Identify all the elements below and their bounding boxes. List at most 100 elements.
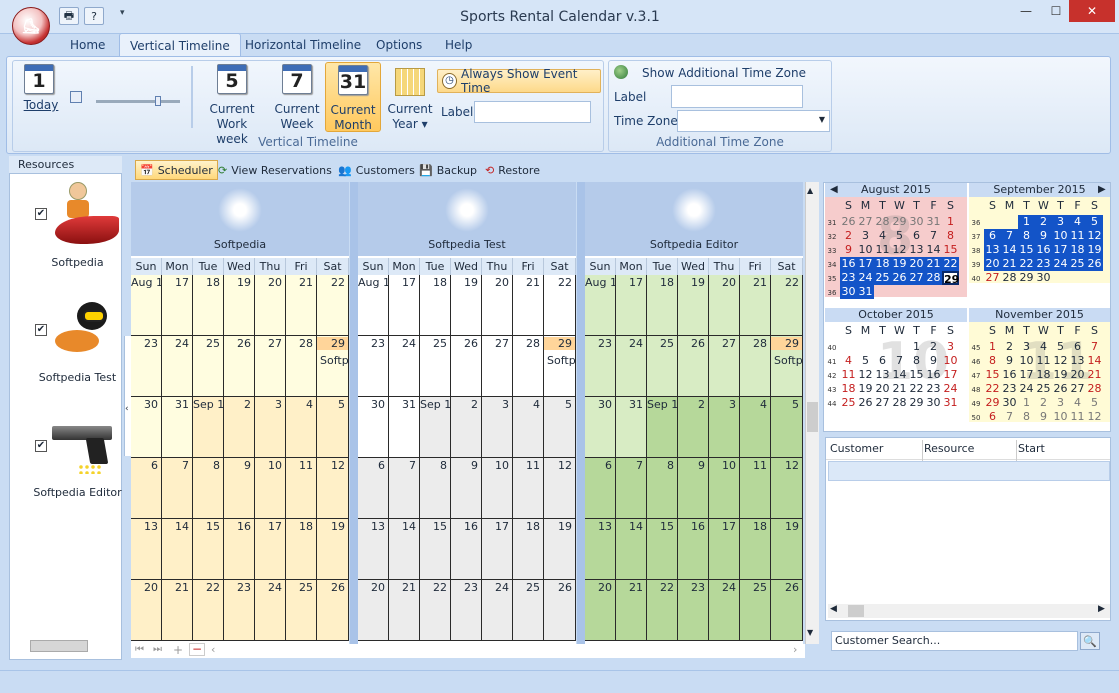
event-item[interactable]: Softpedia [317, 354, 348, 367]
chevron-left-icon[interactable]: ‹ [125, 404, 129, 414]
mini-day[interactable]: 18 [1069, 243, 1086, 257]
day-cell[interactable]: 10 [255, 458, 286, 519]
day-cell[interactable]: 23 [451, 580, 482, 641]
day-cell[interactable]: 22 [317, 275, 349, 336]
mini-day[interactable]: 15 [1018, 243, 1035, 257]
mini-day[interactable]: 24 [942, 382, 959, 396]
day-cell[interactable]: 14 [616, 519, 647, 580]
mini-day[interactable]: 8 [908, 354, 925, 368]
mini-day[interactable]: 1 [942, 215, 959, 229]
day-cell[interactable]: 18 [286, 519, 317, 580]
scroll-left-icon[interactable]: ‹ [211, 643, 215, 656]
mini-day[interactable]: 7 [925, 229, 942, 243]
mini-day[interactable]: 9 [925, 354, 942, 368]
mini-day[interactable]: 1 [1018, 396, 1035, 410]
mini-day[interactable]: 19 [857, 382, 874, 396]
day-cell[interactable]: Aug 16 [358, 275, 389, 336]
day-cell[interactable]: 25 [193, 336, 224, 397]
mini-day[interactable]: 9 [1035, 410, 1052, 424]
close-button[interactable]: ✕ [1069, 0, 1115, 22]
chevron-up-icon[interactable]: ▲ [807, 186, 813, 195]
mini-day[interactable]: 16 [925, 368, 942, 382]
day-cell[interactable]: 21 [740, 275, 771, 336]
mini-day[interactable]: 19 [1086, 243, 1103, 257]
mini-day[interactable]: 7 [1001, 410, 1018, 424]
day-cell[interactable]: Aug 16 [131, 275, 162, 336]
resource-checkbox-softpedia[interactable]: ✔ [35, 208, 47, 220]
mini-day[interactable]: 15 [908, 368, 925, 382]
mini-day[interactable]: 30 [1001, 396, 1018, 410]
day-cell[interactable]: 13 [585, 519, 616, 580]
day-cell[interactable]: 24 [616, 336, 647, 397]
print-icon[interactable]: 🖶 [59, 7, 79, 25]
resource-hscrollbar[interactable] [30, 640, 88, 652]
mini-day[interactable]: 23 [1035, 257, 1052, 271]
scroll-right-icon[interactable]: ▶ [1098, 604, 1105, 614]
mini-day[interactable]: 17 [1052, 243, 1069, 257]
mini-day[interactable]: 14 [925, 243, 942, 257]
day-cell[interactable]: 11 [286, 458, 317, 519]
day-cell[interactable]: 6 [585, 458, 616, 519]
day-cell[interactable]: 16 [678, 519, 709, 580]
mini-day[interactable]: 29 [942, 271, 959, 286]
zoom-slider[interactable] [96, 100, 180, 103]
remove-icon[interactable]: − [189, 643, 205, 656]
day-cell[interactable]: 7 [616, 458, 647, 519]
time-zone-select[interactable]: ▼ [677, 110, 830, 132]
mini-day[interactable]: 22 [984, 382, 1001, 396]
mini-day[interactable]: 21 [925, 257, 942, 271]
tab-home[interactable]: Home [60, 34, 115, 56]
minimize-button[interactable]: — [1010, 0, 1042, 22]
mini-day[interactable]: 25 [840, 396, 857, 410]
current-year-button[interactable]: Current Year ▾ [386, 64, 434, 132]
event-item[interactable]: Softpedia [544, 354, 575, 367]
mini-day[interactable]: 16 [840, 257, 857, 271]
first-icon[interactable]: ⏮ [135, 644, 144, 655]
mini-day[interactable]: 5 [891, 229, 908, 243]
mini-day[interactable]: 30 [1035, 271, 1052, 285]
mini-day[interactable]: 13 [874, 368, 891, 382]
day-cell[interactable]: 20 [709, 275, 740, 336]
mini-day[interactable]: 1 [908, 340, 925, 354]
day-cell[interactable]: 25 [286, 580, 317, 641]
day-cell[interactable]: 18 [513, 519, 544, 580]
day-cell[interactable]: 23 [358, 336, 389, 397]
day-cell[interactable]: 24 [162, 336, 193, 397]
mini-day[interactable]: 16 [1035, 243, 1052, 257]
globe-icon[interactable] [614, 65, 628, 79]
mini-day[interactable]: 3 [857, 229, 874, 243]
mini-day[interactable]: 14 [1001, 243, 1018, 257]
binoculars-icon[interactable]: 🔍 [1080, 632, 1100, 650]
show-additional-time-zone-toggle[interactable]: Show Additional Time Zone [642, 66, 806, 80]
day-cell[interactable]: 3 [482, 397, 513, 458]
day-cell[interactable]: 15 [647, 519, 678, 580]
mini-day[interactable]: 23 [840, 271, 857, 285]
mini-day[interactable]: 3 [1018, 340, 1035, 354]
day-cell[interactable]: 3 [709, 397, 740, 458]
mini-day[interactable]: 29 [891, 215, 908, 229]
mini-day[interactable]: 20 [874, 382, 891, 396]
mini-day[interactable]: 16 [1001, 368, 1018, 382]
day-cell[interactable]: 24 [482, 580, 513, 641]
mini-day[interactable]: 3 [942, 340, 959, 354]
mini-day[interactable]: 21 [1086, 368, 1103, 382]
mini-day[interactable]: 6 [874, 354, 891, 368]
day-cell[interactable]: 6 [358, 458, 389, 519]
help-icon[interactable]: ? [84, 7, 104, 25]
day-cell[interactable]: 5 [771, 397, 803, 458]
tab-options[interactable]: Options [366, 34, 432, 56]
event-item[interactable]: Softpedia [771, 354, 802, 367]
day-cell[interactable]: 6 [131, 458, 162, 519]
day-cell[interactable]: 20 [131, 580, 162, 641]
scroll-right-icon[interactable]: › [793, 643, 797, 656]
column-header-customer[interactable]: Customer [830, 442, 883, 455]
day-cell[interactable]: 27 [709, 336, 740, 397]
mini-day[interactable]: 4 [840, 354, 857, 368]
resource-checkbox-softpedia-editor[interactable]: ✔ [35, 440, 47, 452]
mini-day[interactable]: 2 [1035, 396, 1052, 410]
mini-day[interactable]: 2 [925, 340, 942, 354]
day-cell[interactable]: 23 [224, 580, 255, 641]
day-cell[interactable]: 17 [616, 275, 647, 336]
day-cell[interactable]: 19 [451, 275, 482, 336]
day-cell[interactable]: 9 [224, 458, 255, 519]
